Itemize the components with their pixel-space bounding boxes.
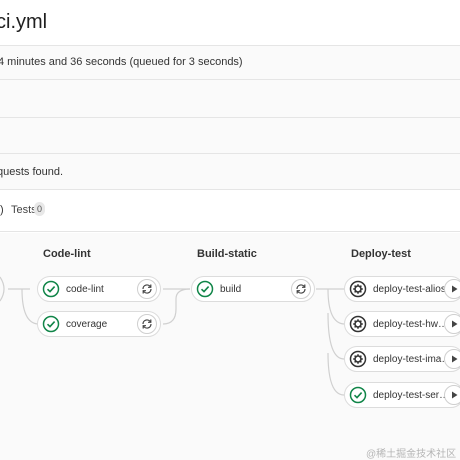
pipeline-file-header: ci.yml xyxy=(0,0,460,46)
gear-icon xyxy=(349,350,367,368)
success-status-icon xyxy=(42,280,60,298)
pipeline-tabs: ) Tests 0 xyxy=(0,190,460,232)
job-code-lint[interactable]: code-lint xyxy=(37,276,161,302)
job-name: deploy-test-alioss xyxy=(373,284,451,295)
stage-title-build-static: Build-static xyxy=(197,248,257,260)
retry-icon xyxy=(142,319,152,329)
pipeline-duration: 4 minutes and 36 seconds (queued for 3 s… xyxy=(0,56,243,68)
retry-button[interactable] xyxy=(137,279,157,299)
tests-count-badge: 0 xyxy=(34,202,46,216)
retry-button[interactable] xyxy=(291,279,311,299)
connector-line xyxy=(21,288,39,325)
job-name: deploy-test-hw… xyxy=(373,319,449,330)
retry-button[interactable] xyxy=(137,314,157,334)
play-icon xyxy=(452,355,458,363)
retry-icon xyxy=(296,284,306,294)
play-icon xyxy=(452,285,458,293)
job-deploy-test-alioss[interactable]: deploy-test-alioss xyxy=(344,276,460,302)
watermark: @稀土掘金技术社区 xyxy=(366,449,457,460)
success-status-icon xyxy=(196,280,214,298)
success-status-icon xyxy=(42,315,60,333)
job-name: build xyxy=(220,284,242,295)
job-name: coverage xyxy=(66,319,108,330)
pipeline-info-bar: 4 minutes and 36 seconds (queued for 3 s… xyxy=(0,46,460,80)
stage-title-code-lint: Code-lint xyxy=(43,248,91,260)
tab-tests[interactable]: Tests xyxy=(11,204,37,216)
job-name: deploy-test-ima… xyxy=(373,354,452,365)
play-button[interactable] xyxy=(444,314,460,334)
gear-icon xyxy=(349,315,367,333)
pipeline-graph: Code-lint Build-static Deploy-test code-… xyxy=(0,233,460,460)
stage-title-deploy-test: Deploy-test xyxy=(351,248,411,260)
connector-line xyxy=(162,288,191,325)
job-deploy-test-ser[interactable]: deploy-test-ser… xyxy=(344,382,460,408)
success-status-icon xyxy=(349,386,367,404)
play-button[interactable] xyxy=(444,385,460,405)
play-icon xyxy=(452,320,458,328)
job-coverage[interactable]: coverage xyxy=(37,311,161,337)
job-build[interactable]: build xyxy=(191,276,315,302)
retry-icon xyxy=(142,284,152,294)
job-deploy-test-hw[interactable]: deploy-test-hw… xyxy=(344,311,460,337)
info-row xyxy=(0,80,460,118)
info-row xyxy=(0,118,460,154)
connector-line xyxy=(0,276,5,302)
connector-line xyxy=(327,288,345,325)
job-name: deploy-test-ser… xyxy=(373,390,450,401)
job-deploy-test-ima[interactable]: deploy-test-ima… xyxy=(344,346,460,372)
pipeline-file-title: ci.yml xyxy=(0,11,48,33)
play-button[interactable] xyxy=(444,279,460,299)
merge-request-notice-text: quests found. xyxy=(0,166,64,178)
tab-separator: ) xyxy=(0,204,4,216)
job-name: code-lint xyxy=(66,284,104,295)
play-button[interactable] xyxy=(444,349,460,369)
merge-request-notice: quests found. xyxy=(0,154,460,190)
gear-icon xyxy=(349,280,367,298)
play-icon xyxy=(452,391,458,399)
